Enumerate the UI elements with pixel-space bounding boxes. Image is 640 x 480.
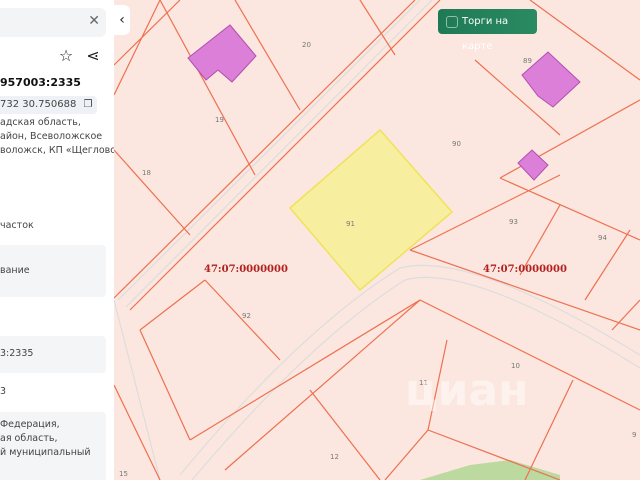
close-icon[interactable]: ✕ xyxy=(88,13,100,29)
share-icon[interactable]: ⋖ xyxy=(81,44,105,68)
number-value: 3 xyxy=(0,386,7,397)
parcel-label: 91 xyxy=(346,220,355,228)
parcel-label: 15 xyxy=(119,470,128,478)
torgi-label: Торги на карте xyxy=(462,16,509,52)
watermark-logo: циан xyxy=(405,365,529,416)
parcel-label: 94 xyxy=(598,234,607,242)
copy-icon[interactable]: ❐ xyxy=(84,99,93,110)
quarter-label: 47:07:0000000 xyxy=(204,264,288,275)
type-value: часток xyxy=(0,220,34,231)
region-line: ая область, xyxy=(0,433,58,444)
address-line: адская область, xyxy=(0,117,81,128)
parcel-label: 9 xyxy=(632,431,637,439)
parcel-label: 19 xyxy=(215,116,224,124)
chevron-left-icon: ‹ xyxy=(119,12,125,28)
address-line: айон, Всеволожское xyxy=(0,131,103,142)
region-line: Федерация, xyxy=(0,419,60,430)
sidebar-panel: ✕ ☆ ⋖ 957003:2335 732 30.750688 ❐ адская… xyxy=(0,0,114,480)
star-icon[interactable]: ☆ xyxy=(54,44,78,68)
parcel-label: 12 xyxy=(330,453,339,461)
quarter-label: 47:07:0000000 xyxy=(483,264,567,275)
coordinates-chip[interactable]: 732 30.750688 ❐ xyxy=(0,96,97,114)
parcel-label: 90 xyxy=(452,140,461,148)
region-value: Федерация, ая область, й муниципальный xyxy=(0,418,91,460)
green-area xyxy=(420,460,560,480)
search-input[interactable]: ✕ xyxy=(0,8,106,37)
region-line: й муниципальный xyxy=(0,447,91,458)
parcel-label: 92 xyxy=(242,312,251,320)
torgi-toggle-button[interactable]: Торги на карте xyxy=(438,9,537,52)
usage-value: вание xyxy=(0,265,30,276)
coordinates-text: 732 30.750688 xyxy=(0,99,77,110)
parcel-label: 20 xyxy=(302,41,311,49)
parcel-title: 957003:2335 xyxy=(0,76,81,89)
address-line: воложск, КП «Щеглово xyxy=(0,145,114,156)
parcel-label: 18 xyxy=(142,169,151,177)
cadastral-value: 3:2335 xyxy=(0,348,34,359)
parcel-label: 93 xyxy=(509,218,518,226)
checkbox[interactable] xyxy=(446,16,458,28)
collapse-sidebar-button[interactable]: ‹ xyxy=(114,5,130,35)
address: адская область, айон, Всеволожское волож… xyxy=(0,116,114,158)
